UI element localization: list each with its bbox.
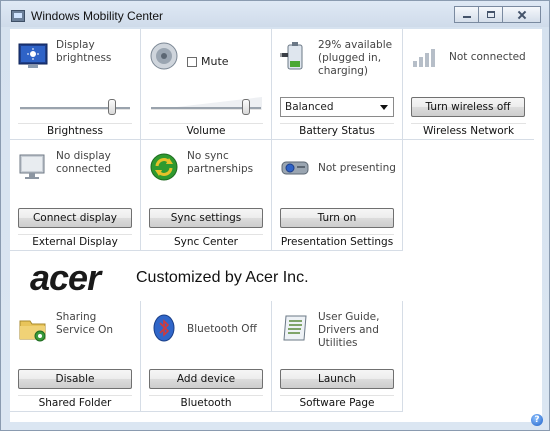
power-plan-value: Balanced [285,101,334,113]
sync-settings-button[interactable]: Sync settings [149,208,263,228]
sync-center-label: Sync Center [174,236,238,248]
software-page-tile: User Guide, Drivers and Utilities Launch… [272,301,403,412]
external-display-label: External Display [32,236,118,248]
title-bar[interactable]: Windows Mobility Center [1,1,549,29]
help-icon[interactable]: ? [531,414,543,426]
brightness-slider-thumb[interactable] [107,99,116,115]
divider [280,395,394,396]
turn-on-button[interactable]: Turn on [280,208,394,228]
display-brightness-icon [18,43,48,68]
shared-folder-status: Sharing Service On [56,311,114,336]
bluetooth-status: Bluetooth Off [187,323,257,335]
divider [18,234,132,235]
launch-button[interactable]: Launch [280,369,394,389]
chevron-down-icon [380,105,388,110]
external-display-tile: No display connected Connect display Ext… [10,140,141,251]
volume-slider-thumb[interactable] [241,99,250,115]
bluetooth-icon [153,314,175,342]
brightness-tile: Display brightness Brightness [10,29,141,140]
wireless-status: Not connected [449,51,526,63]
volume-tile: Mute Volume [141,29,272,140]
bluetooth-tile: Bluetooth Off Add device Bluetooth [141,301,272,412]
battery-status: 29% available (plugged in, charging) [318,39,393,77]
projector-icon [281,161,309,175]
sync-icon [150,153,178,181]
volume-label: Volume [186,125,226,137]
banner-text: Customized by Acer Inc. [136,269,309,286]
connect-display-button[interactable]: Connect display [18,208,132,228]
battery-icon [280,42,303,70]
acer-banner: acer Customized by Acer Inc. [10,251,542,301]
add-device-button[interactable]: Add device [149,369,263,389]
software-page-label: Software Page [299,397,375,409]
brightness-status: Display brightness [56,39,112,64]
divider [18,123,132,124]
disable-button[interactable]: Disable [18,369,132,389]
battery-label: Battery Status [299,125,375,137]
battery-tile: 29% available (plugged in, charging) Bal… [272,29,403,140]
sync-status: No sync partnerships [187,150,254,175]
acer-logo: acer [30,257,101,298]
close-button[interactable] [502,6,541,23]
wireless-tile: Not connected Turn wireless off Wireless… [403,29,534,140]
window-controls [454,6,541,23]
brightness-label: Brightness [47,125,103,137]
divider [18,395,132,396]
mute-label[interactable]: Mute [201,55,229,68]
maximize-button[interactable] [478,6,503,23]
document-icon [283,315,307,341]
divider [149,234,263,235]
monitor-icon [19,154,45,179]
mute-checkbox[interactable] [187,57,197,67]
signal-bars-icon [413,49,435,67]
sync-center-tile: No sync partnerships Sync settings Sync … [141,140,272,251]
external-display-status: No display connected [56,150,111,175]
divider [280,234,394,235]
shared-folder-icon [19,320,46,342]
divider [280,123,394,124]
tiles-panel: Display brightness Brightness Mute Volum… [10,29,542,422]
power-plan-select[interactable]: Balanced [280,97,394,117]
turn-wireless-off-button[interactable]: Turn wireless off [411,97,525,117]
wireless-label: Wireless Network [422,125,515,137]
divider [411,123,526,124]
presentation-label: Presentation Settings [280,236,394,248]
mobility-center-icon [11,10,25,22]
divider [149,123,263,124]
shared-folder-label: Shared Folder [38,397,112,409]
minimize-button[interactable] [454,6,479,23]
shared-folder-tile: Sharing Service On Disable Shared Folder [10,301,141,412]
presentation-tile: Not presenting Turn on Presentation Sett… [272,140,403,251]
presentation-status: Not presenting [318,162,396,174]
bluetooth-label: Bluetooth [180,397,232,409]
divider [149,395,263,396]
window-title: Windows Mobility Center [31,9,164,23]
mobility-center-window: Windows Mobility Center Display brightne… [0,0,550,431]
software-page-status: User Guide, Drivers and Utilities [318,311,380,349]
speaker-icon [150,42,178,70]
